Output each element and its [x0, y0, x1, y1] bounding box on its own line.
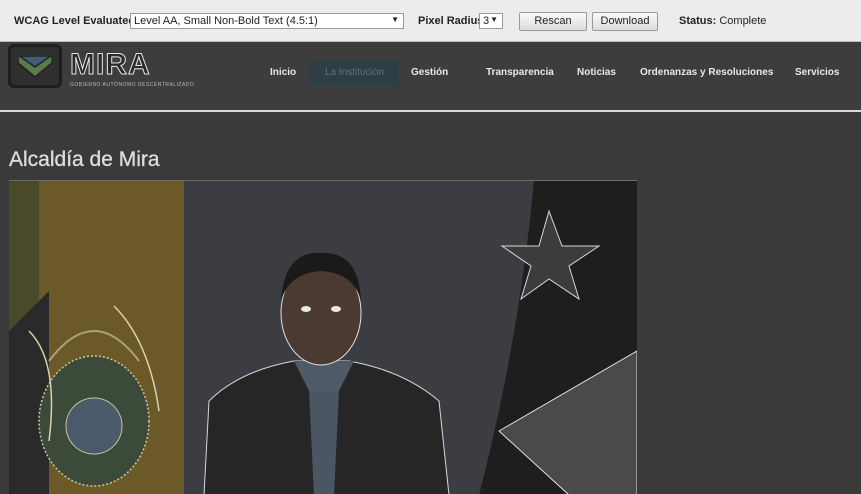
nav-item-inicio[interactable]: Inicio	[270, 60, 296, 86]
mayor-portrait-image	[9, 180, 637, 494]
page-title: Alcaldía de Mira	[9, 148, 160, 171]
nav-item-transparencia[interactable]: Transparencia	[486, 60, 554, 86]
status-label: Status:	[679, 15, 717, 27]
nav-item-servicios[interactable]: Servicios	[795, 60, 839, 86]
download-button[interactable]: Download	[592, 12, 658, 31]
wcag-level-select[interactable]: Level AA, Small Non-Bold Text (4.5:1) ▼	[130, 13, 404, 29]
wcag-toolbar: WCAG Level Evaluated: Level AA, Small No…	[0, 0, 861, 42]
site-header: MIRA GOBIERNO AUTÓNOMO DESCENTRALIZADO I…	[0, 42, 861, 112]
nav-item-noticias[interactable]: Noticias	[577, 60, 616, 86]
nav-item-ordenanzas[interactable]: Ordenanzas y Resoluciones	[640, 60, 773, 86]
rescan-button[interactable]: Rescan	[519, 12, 587, 31]
status-value: Complete	[719, 15, 767, 27]
nav-item-institucion[interactable]: La Institución	[310, 60, 399, 86]
main-nav: Inicio La Institución Gestión Transparen…	[0, 60, 861, 86]
chevron-down-icon: ▼	[490, 15, 498, 24]
portrait-illustration	[9, 181, 637, 494]
wcag-level-value: Level AA, Small Non-Bold Text (4.5:1)	[134, 15, 318, 27]
pixel-radius-value: 3	[483, 15, 490, 27]
chevron-down-icon: ▼	[391, 15, 399, 24]
nav-item-gestion[interactable]: Gestión	[411, 60, 448, 86]
status-indicator: Status: Complete	[679, 15, 766, 27]
pixel-radius-label: Pixel Radius:	[418, 15, 488, 27]
pixel-radius-select[interactable]: 3 ▼	[479, 13, 503, 29]
wcag-level-label: WCAG Level Evaluated:	[14, 15, 139, 27]
